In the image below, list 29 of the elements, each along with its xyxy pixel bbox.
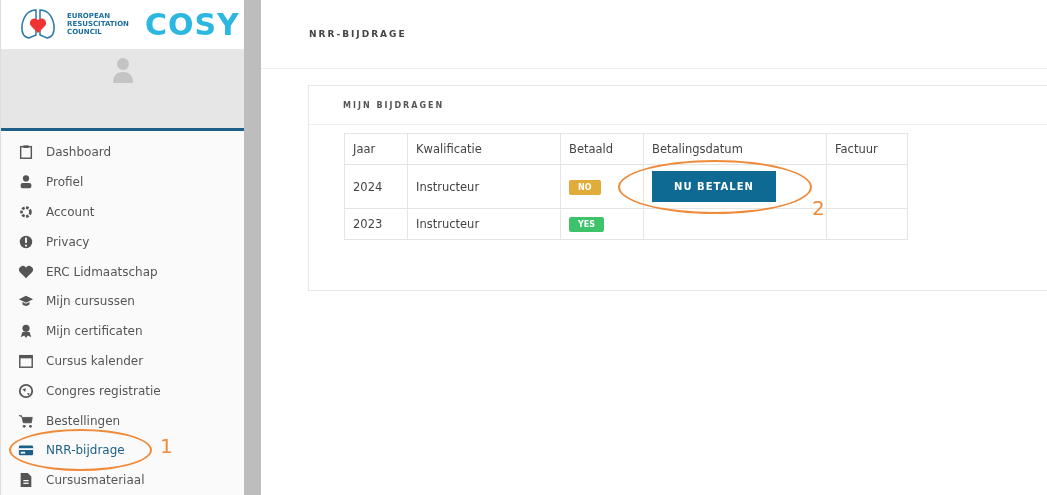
column-header: Kwalificatie bbox=[407, 133, 561, 165]
sidebar-item[interactable]: Privacy bbox=[1, 226, 96, 257]
column-header: Betalingsdatum bbox=[643, 133, 827, 165]
brand-logo-text: COSY bbox=[145, 6, 240, 42]
annotation-number: 1 bbox=[160, 434, 173, 458]
sidebar-item[interactable]: ERC Lidmaatschap bbox=[1, 256, 164, 287]
sidebar-item[interactable]: Mijn cursussen bbox=[1, 286, 141, 317]
table-cell: 2024 bbox=[344, 164, 408, 209]
column-header: Jaar bbox=[344, 133, 408, 165]
page-title: NRR-BIJDRAGE bbox=[261, 0, 1047, 69]
sidebar-item[interactable]: Account bbox=[1, 197, 101, 227]
sidebar-item[interactable]: Bestellingen bbox=[1, 405, 127, 436]
table-cell: Instructeur bbox=[407, 164, 561, 209]
column-header: Factuur bbox=[826, 133, 908, 165]
card-title: MIJN BIJDRAGEN bbox=[309, 86, 1047, 125]
annotation-number: 2 bbox=[812, 196, 825, 220]
table-cell: Instructeur bbox=[407, 208, 561, 240]
sidebar-item[interactable]: Cursus kalender bbox=[1, 346, 150, 376]
paid-status-badge: NO bbox=[569, 179, 601, 195]
paid-status-badge: YES bbox=[569, 217, 605, 232]
column-header: Betaald bbox=[560, 133, 644, 165]
sidebar-item[interactable]: NRR-bijdrage bbox=[1, 435, 131, 466]
sidebar-item[interactable]: Congres registratie bbox=[1, 375, 167, 406]
sidebar-item[interactable]: Profiel bbox=[1, 167, 90, 198]
pay-now-button[interactable]: NU BETALEN bbox=[652, 171, 776, 202]
sidebar-item[interactable]: Dashboard bbox=[1, 137, 118, 168]
sidebar-item[interactable]: Mijn certificaten bbox=[1, 316, 149, 346]
table-cell: 2023 bbox=[344, 208, 408, 240]
sidebar-item[interactable]: Cursusmateriaal bbox=[1, 465, 151, 495]
